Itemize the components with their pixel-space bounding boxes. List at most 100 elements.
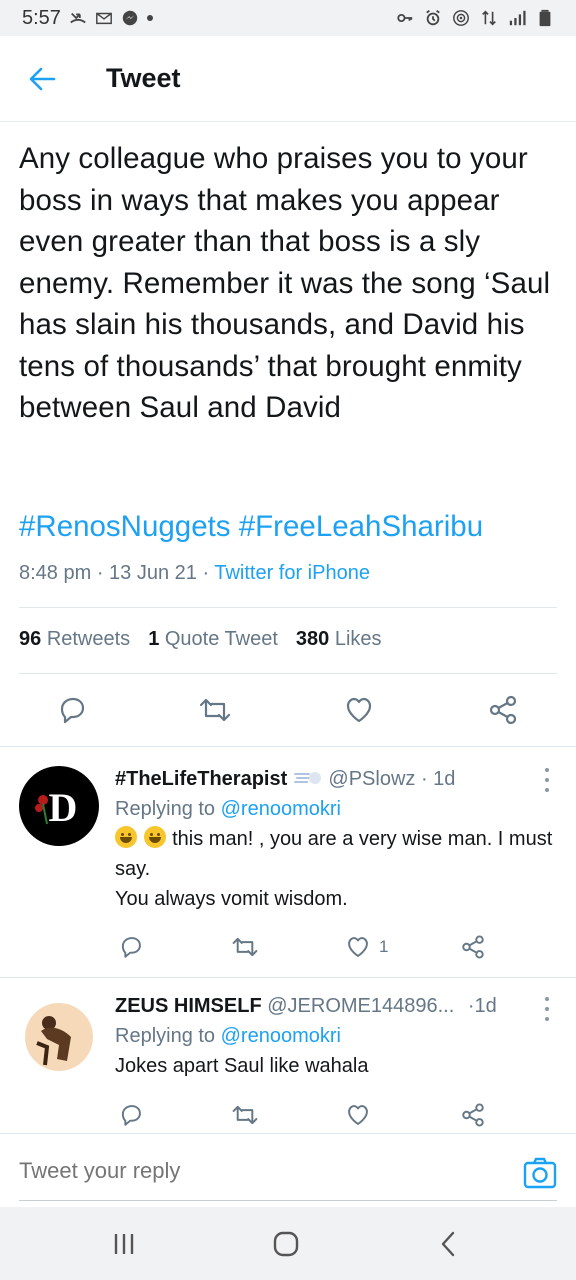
tweet-meta: 8:48 pm · 13 Jun 21 · Twitter for iPhone	[19, 562, 370, 585]
share-button[interactable]	[483, 690, 523, 730]
reply-button[interactable]	[118, 931, 144, 963]
replying-to: Replying to @renoomokri	[115, 794, 560, 824]
reply-author-name[interactable]: #TheLifeTherapist	[115, 768, 287, 790]
share-icon	[462, 1103, 484, 1127]
gmail-icon	[96, 12, 112, 25]
like-button[interactable]	[339, 690, 379, 730]
avatar-figure-icon	[25, 1003, 93, 1071]
like-button[interactable]: 1	[345, 931, 388, 963]
dash-emoji-icon	[293, 772, 321, 784]
meta-separator: ·	[415, 768, 434, 790]
notification-dot-icon	[146, 15, 153, 21]
like-count: 1	[379, 937, 389, 956]
quotes-stat[interactable]: 1 Quote Tweet	[148, 628, 278, 651]
page-title: Tweet	[106, 63, 181, 93]
more-options-button[interactable]	[542, 997, 552, 1021]
meta-separator: ·	[202, 562, 215, 584]
retweet-button[interactable]	[231, 931, 259, 963]
reply-author-handle[interactable]: @PSlowz	[328, 768, 415, 790]
quotes-label: Quote Tweet	[164, 628, 278, 650]
more-options-button[interactable]	[542, 768, 552, 792]
replying-prefix: Replying to	[115, 1025, 216, 1047]
data-transfer-icon	[482, 10, 496, 26]
avatar[interactable]	[19, 997, 99, 1077]
divider	[19, 607, 557, 608]
reply-time: 1d	[474, 995, 497, 1017]
retweet-button[interactable]	[231, 1099, 259, 1131]
retweet-icon	[232, 937, 258, 957]
heart-icon	[346, 697, 372, 723]
reply-button[interactable]	[118, 1099, 144, 1131]
recent-apps-button[interactable]	[104, 1227, 144, 1261]
retweets-stat[interactable]: 96 Retweets	[19, 628, 130, 651]
recents-icon	[114, 1234, 134, 1254]
retweet-icon	[199, 698, 231, 722]
reply-text: Jokes apart Saul like wahala	[115, 1055, 369, 1077]
reply-text: this man! , you are a very wise man. I m…	[115, 824, 560, 884]
camera-icon	[523, 1157, 557, 1189]
tweet-source[interactable]: Twitter for iPhone	[214, 562, 370, 584]
divider	[19, 673, 557, 674]
reply-header: ZEUS HIMSELF @JEROME144896... ·1d	[115, 991, 560, 1021]
replying-prefix: Replying to	[115, 798, 216, 820]
tweet-time: 8:48 pm	[19, 562, 92, 584]
battery-icon	[539, 9, 551, 27]
reply-body: ZEUS HIMSELF @JEROME144896... ·1d Replyi…	[115, 991, 560, 1081]
back-arrow-icon	[29, 67, 56, 90]
messenger-icon	[122, 10, 138, 26]
avatar[interactable]: D	[19, 766, 99, 846]
reply-text-line2: You always vomit wisdom.	[115, 888, 348, 910]
retweets-count: 96	[19, 628, 42, 650]
replying-to-handle[interactable]: @renoomokri	[221, 1025, 341, 1047]
chevron-left-icon	[441, 1231, 455, 1257]
back-button[interactable]	[22, 59, 62, 99]
retweet-icon	[232, 1105, 258, 1125]
retweets-label: Retweets	[46, 628, 131, 650]
reply-button[interactable]	[52, 690, 92, 730]
share-button[interactable]	[460, 931, 486, 963]
replying-to-handle[interactable]: @renoomokri	[221, 798, 341, 820]
heart-icon	[348, 1105, 368, 1125]
camera-button[interactable]	[523, 1156, 557, 1190]
reply-body: #TheLifeTherapist @PSlowz · 1d Replying …	[115, 764, 560, 914]
grinning-emoji-icon	[115, 826, 137, 848]
tweet-stats: 96 Retweets 1 Quote Tweet 380 Likes	[19, 628, 382, 651]
reply-author-name[interactable]: ZEUS HIMSELF	[115, 995, 262, 1017]
reply-actions	[115, 1099, 560, 1135]
reply-time: 1d	[433, 768, 456, 790]
share-icon	[462, 935, 484, 959]
reply-header: #TheLifeTherapist @PSlowz · 1d	[115, 764, 560, 794]
quotes-count: 1	[148, 628, 160, 650]
home-icon	[273, 1231, 299, 1257]
heart-icon	[348, 937, 368, 957]
tweet-hashtags[interactable]: #RenosNuggets #FreeLeahSharibu	[19, 510, 483, 544]
tweet-text: Any colleague who praises you to your bo…	[19, 142, 551, 424]
likes-stat[interactable]: 380 Likes	[296, 628, 382, 651]
alarm-icon	[426, 10, 440, 26]
reply-icon	[121, 1105, 141, 1126]
replying-to: Replying to @renoomokri	[115, 1021, 560, 1051]
home-button[interactable]	[266, 1227, 306, 1261]
retweet-button[interactable]	[195, 690, 235, 730]
key-icon	[397, 13, 413, 23]
likes-label: Likes	[334, 628, 382, 650]
status-time: 5:57	[22, 6, 61, 29]
reply-icon	[121, 937, 141, 958]
avatar-logo-icon: D	[35, 785, 78, 830]
share-button[interactable]	[460, 1099, 486, 1131]
reply-input[interactable]	[19, 1158, 489, 1184]
divider	[0, 746, 576, 747]
input-underline	[19, 1200, 557, 1201]
missed-call-icon	[70, 12, 86, 24]
reply-actions: 1	[115, 931, 560, 967]
share-icon	[489, 695, 517, 725]
reply-composer	[0, 1133, 576, 1207]
avatar-letter: D	[49, 785, 78, 830]
tweet-date: 13 Jun 21	[109, 562, 197, 584]
reply-author-handle[interactable]: @JEROME144896...	[267, 995, 454, 1017]
like-button[interactable]	[345, 1099, 371, 1131]
app-bar: Tweet	[0, 36, 576, 122]
grinning-emoji-icon	[143, 826, 166, 848]
back-nav-button[interactable]	[428, 1227, 468, 1261]
likes-count: 380	[295, 628, 330, 650]
